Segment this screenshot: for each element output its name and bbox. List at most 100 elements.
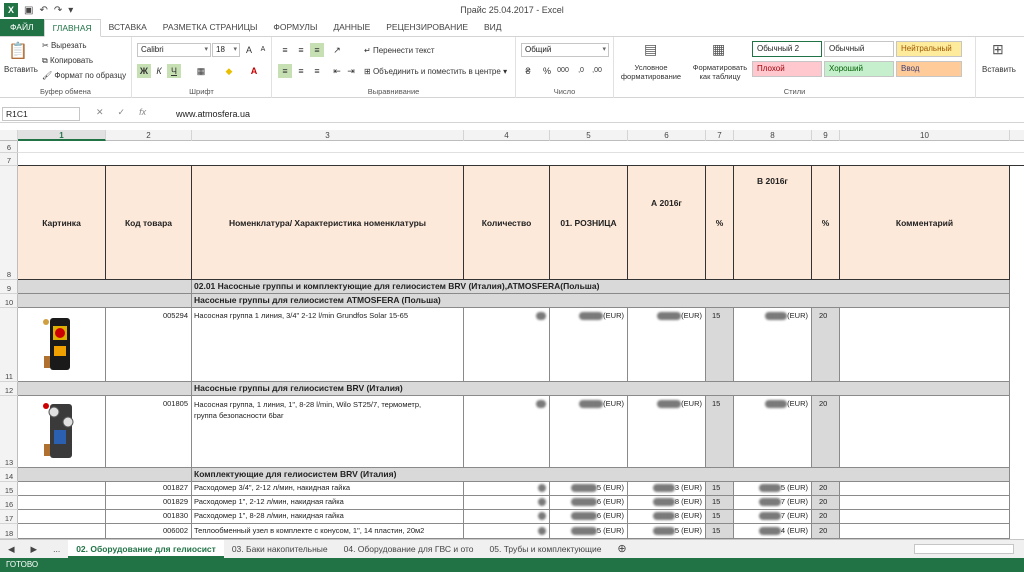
column-header[interactable]: 3 — [192, 130, 464, 141]
pct1-cell[interactable]: 15 — [706, 510, 734, 524]
align-top-icon[interactable]: ≡ — [278, 43, 292, 57]
column-header[interactable]: 10 — [840, 130, 1010, 141]
a2016-cell[interactable]: 3 (EUR) — [628, 482, 706, 496]
style-neutral[interactable]: Нейтральный — [896, 41, 962, 57]
row-header[interactable]: 14 — [0, 468, 18, 482]
wrap-text-button[interactable]: ↵ Перенести текст — [364, 46, 435, 55]
italic-button[interactable]: К — [152, 64, 166, 78]
code-cell[interactable]: 005294 — [106, 308, 192, 382]
style-good[interactable]: Хороший — [824, 61, 894, 77]
tab-formulas[interactable]: ФОРМУЛЫ — [265, 19, 325, 36]
name-cell[interactable]: Расходомер 1", 2-12 л/мин, накидная гайк… — [192, 496, 464, 510]
more-sheets-button[interactable]: ... — [45, 540, 68, 558]
format-painter-button[interactable]: 🖌 Формат по образцу — [42, 71, 126, 80]
pct1-cell[interactable]: 15 — [706, 396, 734, 468]
orientation-icon[interactable]: ↗ — [330, 43, 344, 57]
code-cell[interactable]: 001827 — [106, 482, 192, 496]
a2016-cell[interactable]: 5 (EUR) — [628, 524, 706, 539]
style-normal[interactable]: Обычный — [824, 41, 894, 57]
insert-cells-icon[interactable]: ⊞ — [992, 41, 1004, 58]
sheet-tab[interactable]: 02. Оборудование для гелиосист — [68, 540, 224, 558]
qty-cell[interactable] — [464, 496, 550, 510]
tab-page-layout[interactable]: РАЗМЕТКА СТРАНИЦЫ — [155, 19, 266, 36]
b2016-cell[interactable]: 7 (EUR) — [734, 510, 812, 524]
section-cell[interactable] — [18, 382, 192, 396]
section-cell[interactable] — [18, 468, 192, 482]
code-cell[interactable]: 001805 — [106, 396, 192, 468]
horizontal-scrollbar[interactable] — [914, 544, 1014, 554]
section-cell[interactable] — [18, 280, 192, 294]
tab-home[interactable]: ГЛАВНАЯ — [43, 19, 101, 37]
a2016-cell[interactable]: 8 (EUR) — [628, 496, 706, 510]
spreadsheet-grid[interactable]: Картинка Код товара Номенклатура/ Характ… — [18, 141, 1024, 539]
align-left-icon[interactable]: ≡ — [278, 64, 292, 78]
style-bad[interactable]: Плохой — [752, 61, 822, 77]
picture-cell[interactable] — [18, 524, 106, 539]
b2016-cell[interactable]: 5 (EUR) — [734, 482, 812, 496]
sheet-tab[interactable]: 05. Трубы и комплектующие — [482, 540, 610, 558]
pct1-cell[interactable]: 15 — [706, 496, 734, 510]
pct2-cell[interactable]: 20 — [812, 496, 840, 510]
cancel-icon[interactable]: ✕ — [96, 107, 104, 118]
align-middle-icon[interactable]: ≡ — [294, 43, 308, 57]
comment-cell[interactable] — [840, 396, 1010, 468]
align-center-icon[interactable]: ≡ — [294, 64, 308, 78]
retail-cell[interactable]: (EUR) — [550, 396, 628, 468]
borders-icon[interactable]: ▦ — [194, 64, 208, 78]
name-cell[interactable]: Расходомер 3/4", 2-12 л/мин, накидная га… — [192, 482, 464, 496]
comment-cell[interactable] — [840, 482, 1010, 496]
paste-button[interactable]: Вставить — [4, 65, 38, 74]
qty-cell[interactable] — [464, 396, 550, 468]
decrease-decimal-icon[interactable]: ,00 — [590, 64, 604, 78]
pct1-cell[interactable]: 15 — [706, 308, 734, 382]
a2016-cell[interactable]: (EUR) — [628, 396, 706, 468]
section-title[interactable]: Насосные группы для гелиосистем ATMOSFER… — [192, 294, 1010, 308]
retail-cell[interactable]: 6 (EUR) — [550, 496, 628, 510]
font-color-icon[interactable]: A — [247, 64, 261, 78]
merge-center-button[interactable]: ⊞ Объединить и поместить в центре ▾ — [364, 67, 507, 76]
format-table-button[interactable]: Форматировать как таблицу — [688, 63, 752, 81]
enter-icon[interactable]: ✓ — [118, 107, 126, 118]
bold-button[interactable]: Ж — [137, 64, 151, 78]
section-title[interactable]: Насосные группы для гелиосистем BRV (Ита… — [192, 382, 1010, 396]
tab-view[interactable]: ВИД — [476, 19, 510, 36]
retail-cell[interactable]: 5 (EUR) — [550, 482, 628, 496]
code-cell[interactable]: 001829 — [106, 496, 192, 510]
style-input[interactable]: Ввод — [896, 61, 962, 77]
column-header[interactable]: 6 — [628, 130, 706, 141]
prev-sheet-icon[interactable]: ◀ — [0, 540, 23, 558]
section-cell[interactable] — [18, 294, 192, 308]
thousands-icon[interactable]: 000 — [556, 64, 570, 78]
tab-data[interactable]: ДАННЫЕ — [325, 19, 378, 36]
retail-cell[interactable]: 5 (EUR) — [550, 524, 628, 539]
tab-insert[interactable]: ВСТАВКА — [101, 19, 155, 36]
sheet-tab[interactable]: 03. Баки накопительные — [224, 540, 336, 558]
column-header[interactable]: 5 — [550, 130, 628, 141]
header-code[interactable]: Код товара — [106, 166, 192, 280]
conditional-format-icon[interactable]: ▤ — [644, 41, 657, 58]
a2016-cell[interactable]: 8 (EUR) — [628, 510, 706, 524]
align-right-icon[interactable]: ≡ — [310, 64, 324, 78]
row-header[interactable]: 11 — [0, 308, 18, 382]
currency-icon[interactable]: ₴ — [521, 64, 535, 78]
paste-icon[interactable]: 📋 — [8, 41, 28, 61]
save-icon[interactable]: ▣ — [24, 5, 33, 16]
column-header[interactable]: 9 — [812, 130, 840, 141]
font-size-select[interactable]: 18 — [212, 43, 240, 57]
retail-cell[interactable]: 6 (EUR) — [550, 510, 628, 524]
row-header[interactable]: 8 — [0, 166, 18, 280]
pct2-cell[interactable]: 20 — [812, 524, 840, 539]
empty-row[interactable] — [18, 141, 1024, 153]
picture-cell[interactable] — [18, 496, 106, 510]
row-header[interactable]: 16 — [0, 496, 18, 510]
retail-cell[interactable]: (EUR) — [550, 308, 628, 382]
function-icon[interactable]: fx — [139, 107, 146, 118]
row-header[interactable]: 10 — [0, 294, 18, 308]
comment-cell[interactable] — [840, 510, 1010, 524]
column-header[interactable]: 7 — [706, 130, 734, 141]
next-sheet-icon[interactable]: ▶ — [23, 540, 46, 558]
indent-decrease-icon[interactable]: ⇤ — [330, 64, 344, 78]
qty-cell[interactable] — [464, 308, 550, 382]
picture-cell[interactable] — [18, 482, 106, 496]
font-name-select[interactable]: Calibri — [137, 43, 211, 57]
